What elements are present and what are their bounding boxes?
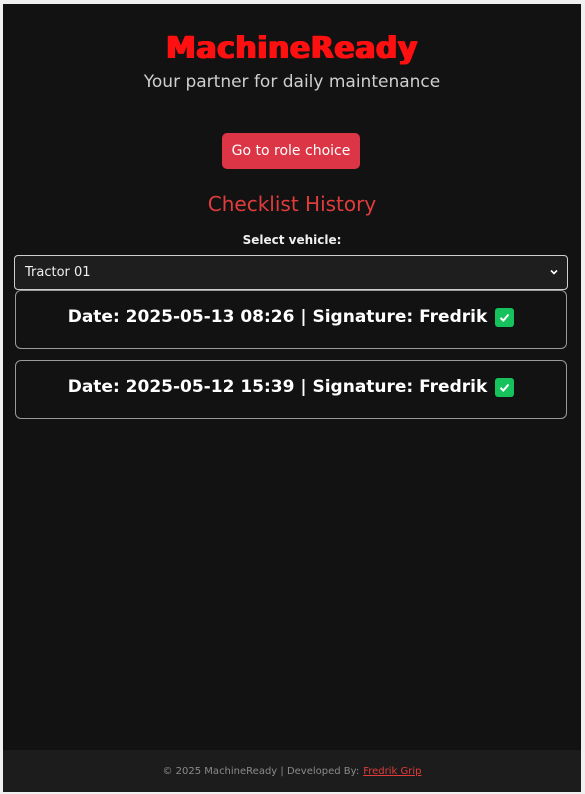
vehicle-select-label: Select vehicle: <box>242 233 342 247</box>
brand-logo: MachineReady <box>166 31 418 66</box>
history-entry-text: Date: 2025-05-12 15:39 | Signature: Fred… <box>67 377 488 397</box>
history-entry[interactable]: Date: 2025-05-13 08:26 | Signature: Fred… <box>15 290 567 349</box>
section-title: Checklist History <box>207 192 377 216</box>
tagline: Your partner for daily maintenance <box>143 72 441 92</box>
developer-link[interactable]: Fredrik Grip <box>363 766 421 777</box>
check-mark-icon <box>495 307 515 327</box>
history-entry-text: Date: 2025-05-13 08:26 | Signature: Fred… <box>67 307 488 327</box>
history-entry[interactable]: Date: 2025-05-12 15:39 | Signature: Fred… <box>15 360 567 419</box>
vehicle-select-value: Tractor 01 <box>25 265 91 280</box>
chevron-down-icon <box>550 269 558 275</box>
footer-text: © 2025 MachineReady | Developed By: <box>162 765 360 777</box>
app-window: MachineReady Your partner for daily main… <box>3 4 581 792</box>
check-mark-icon <box>495 377 515 397</box>
role-choice-button[interactable]: Go to role choice <box>222 133 360 169</box>
vehicle-select[interactable]: Tractor 01 <box>14 255 568 290</box>
footer: © 2025 MachineReady | Developed By: Fred… <box>3 750 581 792</box>
